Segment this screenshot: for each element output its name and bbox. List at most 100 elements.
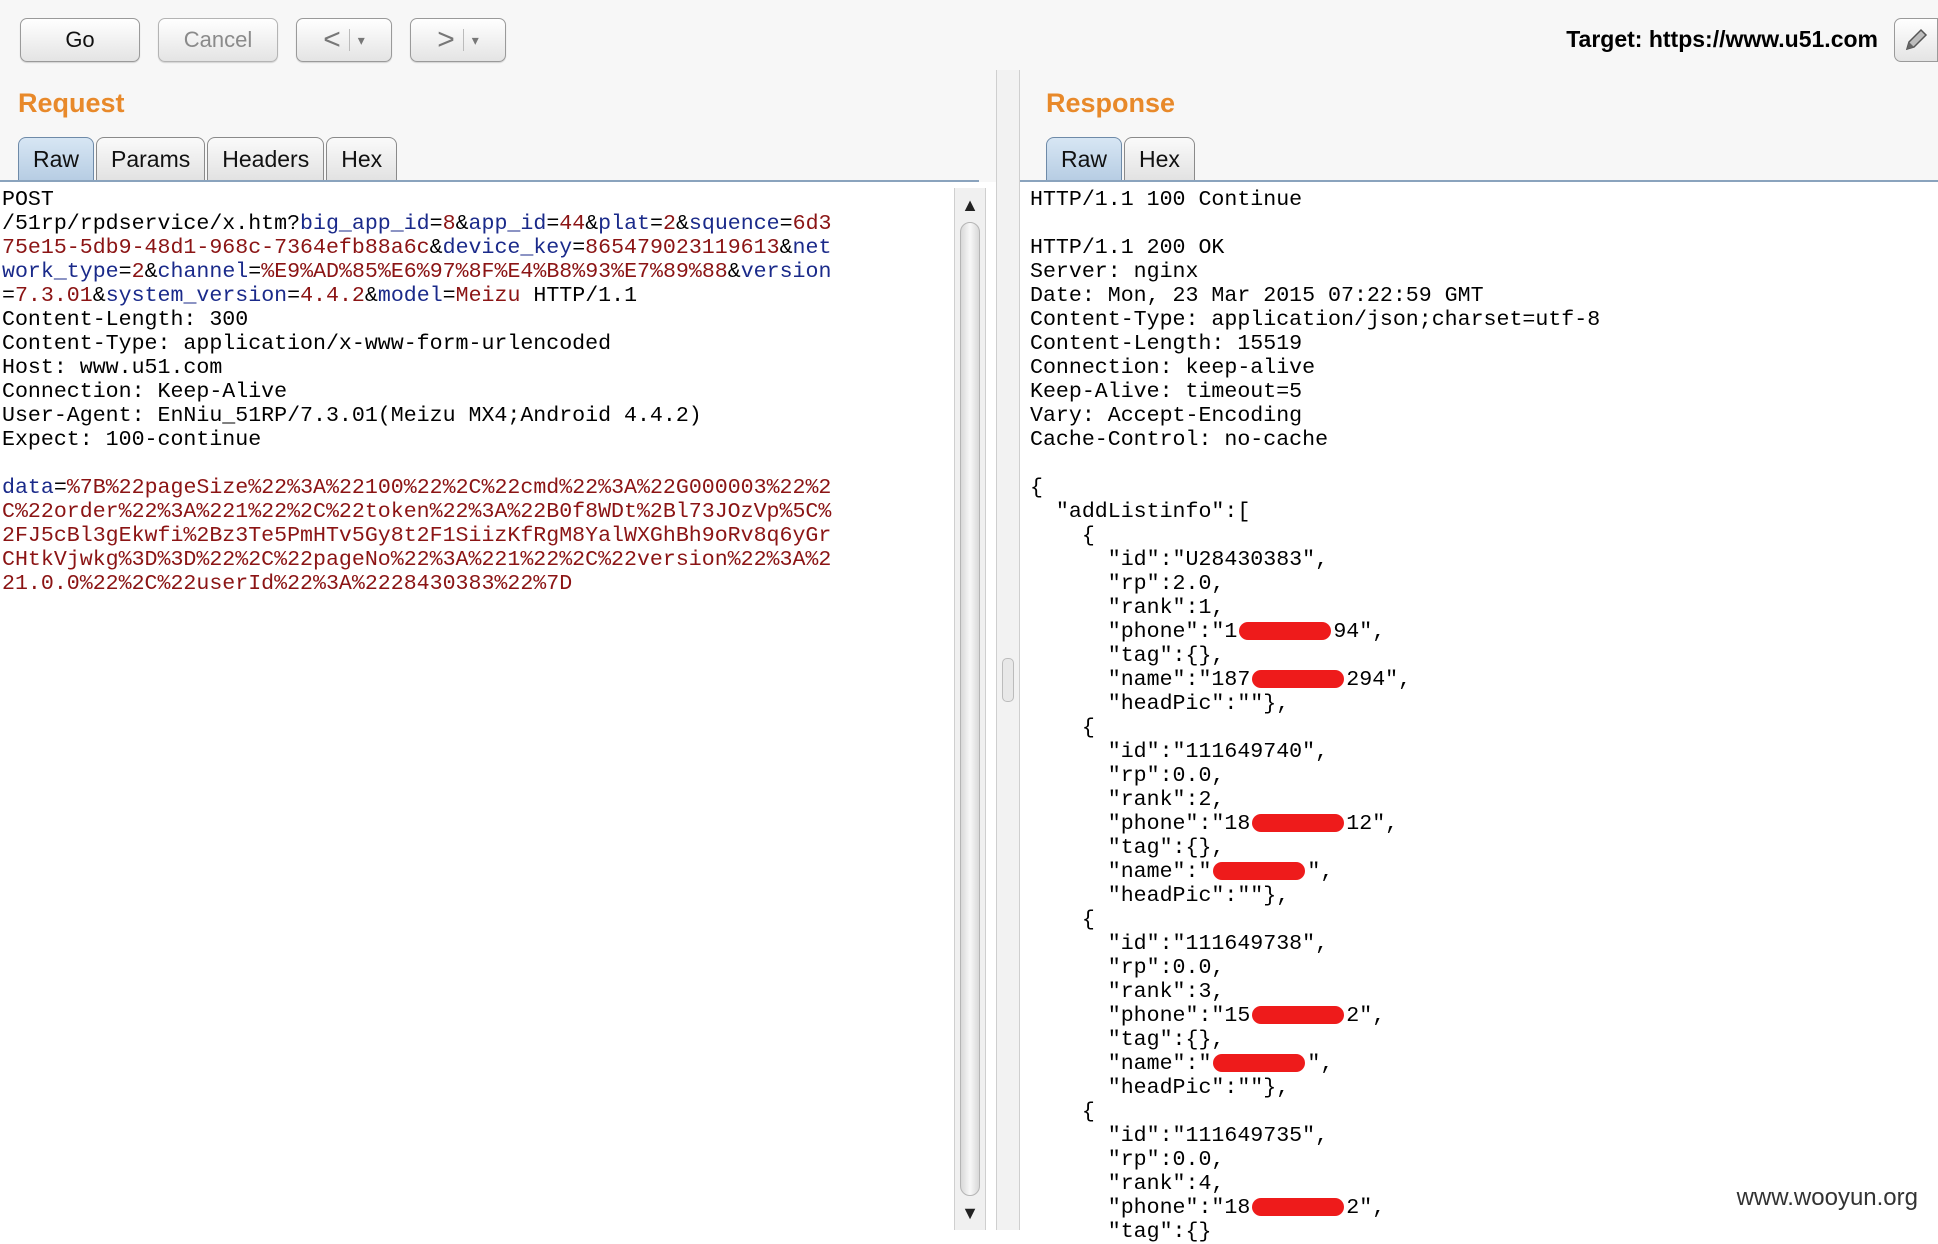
query-equals: =	[429, 212, 443, 236]
query-equals: =	[572, 236, 586, 260]
tab-params[interactable]: Params	[96, 137, 206, 180]
query-equals: =	[287, 284, 301, 308]
cancel-button[interactable]: Cancel	[158, 18, 278, 62]
response-line: "id":"111649740",	[1030, 740, 1329, 764]
response-line: "tag":{},	[1030, 1028, 1225, 1052]
request-path: /51rp/rpdservice/x.htm?	[2, 212, 301, 236]
query-param-name: plat	[598, 212, 651, 236]
target-label: Target: https://www.u51.com	[1566, 26, 1878, 52]
response-line: "rank":2,	[1030, 788, 1225, 812]
query-param-value: 6d3	[792, 212, 832, 236]
response-line: Date: Mon, 23 Mar 2015 07:22:59 GMT	[1030, 284, 1484, 308]
response-tabs: Raw Hex	[1046, 137, 1197, 180]
scroll-up-arrow-icon[interactable]: ▲	[955, 190, 985, 220]
response-line: Content-Type: application/json;charset=u…	[1030, 308, 1601, 332]
forward-history-dropdown-icon[interactable]: ▾	[472, 32, 479, 49]
query-param-name: work_type	[2, 260, 119, 284]
response-line: "rp":2.0,	[1030, 572, 1225, 596]
response-line: {	[1030, 1100, 1095, 1124]
request-method: POST	[2, 188, 54, 212]
tab-divider	[0, 180, 979, 182]
response-line: "rank":1,	[1030, 596, 1225, 620]
query-param-name: model	[377, 284, 443, 308]
watermark: www.wooyun.org	[1736, 1184, 1918, 1211]
scroll-thumb[interactable]	[960, 222, 980, 1196]
query-param-name: net	[792, 236, 832, 260]
query-separator: &	[92, 284, 106, 308]
edit-target-button[interactable]	[1894, 18, 1938, 62]
query-param-value: 44	[559, 212, 586, 236]
response-line: "id":"111649738",	[1030, 932, 1329, 956]
response-line: HTTP/1.1 100 Continue	[1030, 188, 1303, 212]
tab-raw[interactable]: Raw	[1046, 137, 1123, 180]
query-param-name: squence	[688, 212, 780, 236]
response-line: Keep-Alive: timeout=5	[1030, 380, 1303, 404]
response-line: "name":" ",	[1030, 860, 1334, 884]
tab-raw[interactable]: Raw	[18, 137, 95, 180]
request-title: Request	[18, 88, 125, 118]
response-line: "headPic":""},	[1030, 692, 1290, 716]
response-line: HTTP/1.1 200 OK	[1030, 236, 1225, 260]
redaction-mark	[1239, 622, 1332, 641]
tab-hex[interactable]: Hex	[326, 137, 398, 180]
scroll-down-arrow-icon[interactable]: ▼	[955, 1198, 985, 1228]
query-separator: &	[144, 260, 158, 284]
response-line: Cache-Control: no-cache	[1030, 428, 1329, 452]
query-equals: =	[650, 212, 663, 236]
response-line: Content-Length: 15519	[1030, 332, 1303, 356]
query-param-name: app_id	[468, 212, 547, 236]
redaction-mark	[1252, 814, 1345, 833]
query-separator: &	[455, 212, 469, 236]
redaction-mark	[1213, 1054, 1306, 1073]
body-param-value: 21.0.0%22%2C%22userId%22%3A%2228430383%2…	[2, 572, 573, 596]
request-tabs: Raw Params Headers Hex	[18, 137, 399, 180]
tab-hex[interactable]: Hex	[1124, 137, 1195, 180]
query-equals: =	[2, 284, 15, 308]
query-param-name: device_key	[442, 236, 573, 260]
query-param-value: 865479023119613	[585, 236, 780, 260]
query-param-name: channel	[157, 260, 249, 284]
query-param-value: %E9%AD%85%E6%97%8F%E4%B8%93%E7%89%88	[261, 260, 728, 284]
response-line: "name":"187 294",	[1030, 668, 1412, 692]
toolbar: Go Cancel < ▾ > ▾ Target: https://www.u5…	[0, 0, 1938, 70]
back-button[interactable]: < ▾	[296, 18, 392, 62]
response-raw-viewer[interactable]: HTTP/1.1 100 Continue HTTP/1.1 200 OK Se…	[1030, 188, 1600, 1244]
response-line: {	[1030, 908, 1095, 932]
cancel-button-label: Cancel	[183, 27, 253, 52]
query-param-value: 75e15-5db9-48d1-968c-7364efb88a6c	[2, 236, 430, 260]
body-param-name: data	[2, 476, 54, 500]
query-param-value: 2	[662, 212, 676, 236]
redaction-mark	[1252, 670, 1345, 689]
query-param-name: system_version	[105, 284, 288, 308]
request-pane: Request Raw Params Headers Hex POST /51r…	[0, 70, 996, 1230]
redaction-mark	[1213, 862, 1306, 881]
body-equals: =	[53, 476, 67, 500]
request-header-line: Connection: Keep-Alive	[2, 380, 288, 404]
query-param-name: big_app_id	[300, 212, 430, 236]
splitter-grip[interactable]	[1002, 658, 1014, 702]
query-equals: =	[546, 212, 560, 236]
query-param-name: version	[740, 260, 832, 284]
request-vertical-scrollbar[interactable]: ▲ ▼	[954, 188, 986, 1230]
back-history-dropdown-icon[interactable]: ▾	[358, 32, 365, 49]
back-arrow-icon: <	[323, 23, 341, 56]
redaction-mark	[1252, 1006, 1345, 1025]
tab-headers[interactable]: Headers	[207, 137, 325, 180]
body-param-value: %7B%22pageSize%22%3A%22100%22%2C%22cmd%2…	[66, 476, 832, 500]
request-raw-editor[interactable]: POST /51rp/rpdservice/x.htm?big_app_id=8…	[2, 188, 950, 596]
pane-splitter[interactable]	[996, 70, 1020, 1230]
query-param-value: 8	[442, 212, 456, 236]
response-line: "headPic":""},	[1030, 1076, 1290, 1100]
go-button[interactable]: Go	[20, 18, 140, 62]
response-line: Connection: keep-alive	[1030, 356, 1316, 380]
query-separator: &	[727, 260, 741, 284]
query-separator: &	[675, 212, 689, 236]
response-line: Vary: Accept-Encoding	[1030, 404, 1303, 428]
query-separator: &	[364, 284, 378, 308]
redaction-mark	[1252, 1198, 1345, 1217]
response-line: "rp":0.0,	[1030, 764, 1225, 788]
query-equals: =	[442, 284, 456, 308]
response-line: "phone":"15 2",	[1030, 1004, 1386, 1028]
forward-button[interactable]: > ▾	[410, 18, 506, 62]
request-header-line: Content-Type: application/x-www-form-url…	[2, 332, 612, 356]
